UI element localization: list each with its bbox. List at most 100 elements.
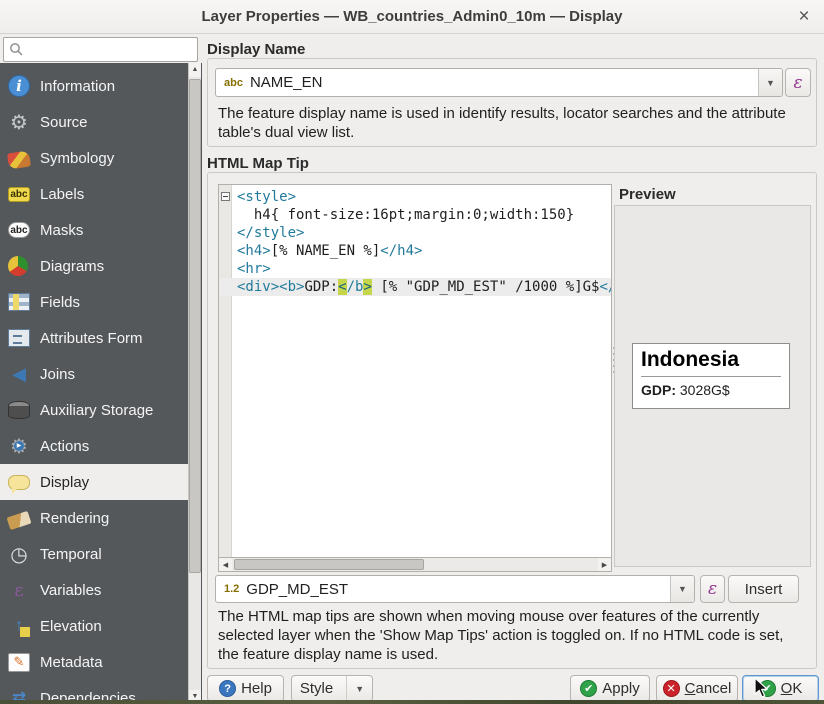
sidebar-item-label: Variables xyxy=(40,582,101,599)
sidebar-item-symbology[interactable]: Symbology xyxy=(0,140,188,176)
sidebar-item-attributes-form[interactable]: Attributes Form xyxy=(0,320,188,356)
temporal-icon: ◷ xyxy=(8,543,30,565)
apply-button-label: Apply xyxy=(602,680,640,697)
fold-marker-icon[interactable] xyxy=(221,192,230,201)
source-icon: ⚙ xyxy=(8,111,30,133)
sidebar-item-joins[interactable]: ◀ Joins xyxy=(0,356,188,392)
apply-button[interactable]: ✔ Apply xyxy=(570,675,650,702)
code-line: </style> xyxy=(233,224,611,242)
insert-button[interactable]: Insert xyxy=(728,575,799,603)
sidebar-item-label: Diagrams xyxy=(40,258,104,275)
preview-label: Preview xyxy=(619,186,676,203)
fields-icon xyxy=(8,293,30,311)
map-tip-code-editor[interactable]: <style> h4{ font-size:16pt;margin:0;widt… xyxy=(218,184,612,558)
labels-icon: abc xyxy=(8,187,30,202)
expression-button[interactable]: ε xyxy=(700,575,725,603)
display-name-group-title: Display Name xyxy=(207,41,305,58)
style-button-label: Style xyxy=(300,680,333,697)
map-tip-group-title: HTML Map Tip xyxy=(207,155,309,172)
scroll-up-icon[interactable]: ▲ xyxy=(189,63,201,77)
preview-panel: Indonesia GDP: 3028G$ xyxy=(614,205,811,567)
display-name-combo[interactable]: abc NAME_EN ▼ xyxy=(215,68,783,97)
sidebar-item-label: Rendering xyxy=(40,510,109,527)
sidebar-item-label: Temporal xyxy=(40,546,102,563)
chevron-down-icon[interactable]: ▼ xyxy=(670,576,694,602)
style-button[interactable]: Style ▼ xyxy=(291,675,373,702)
display-name-value: NAME_EN xyxy=(250,74,323,91)
display-icon xyxy=(8,475,30,490)
sidebar-item-fields[interactable]: Fields xyxy=(0,284,188,320)
diagrams-icon xyxy=(8,256,28,276)
sidebar-item-label: Fields xyxy=(40,294,80,311)
ok-button-label: OK xyxy=(781,680,803,697)
sidebar-item-elevation[interactable]: ↑ Elevation xyxy=(0,608,188,644)
preview-gdp-value: 3028G$ xyxy=(676,382,730,398)
cancel-button-label: Cancel xyxy=(685,680,732,697)
scrollbar-thumb[interactable] xyxy=(189,79,201,573)
dialog-title: Layer Properties — WB_countries_Admin0_1… xyxy=(202,8,623,25)
close-icon[interactable]: × xyxy=(794,7,814,27)
masks-icon: abc xyxy=(8,222,30,238)
sidebar-item-variables[interactable]: εVariables xyxy=(0,572,188,608)
attributes-form-icon xyxy=(8,329,30,347)
sidebar-item-label: Display xyxy=(40,474,89,491)
field-combo-value: GDP_MD_EST xyxy=(246,581,348,598)
chevron-down-icon[interactable]: ▼ xyxy=(758,69,782,96)
expression-button[interactable]: ε xyxy=(785,68,811,97)
cancel-x-icon: ✕ xyxy=(663,680,680,697)
sidebar-item-diagrams[interactable]: Diagrams xyxy=(0,248,188,284)
sidebar-item-rendering[interactable]: Rendering xyxy=(0,500,188,536)
mouse-cursor xyxy=(752,677,772,699)
code-lines: <style> h4{ font-size:16pt;margin:0;widt… xyxy=(233,188,611,296)
chevron-down-icon[interactable]: ▼ xyxy=(346,676,364,701)
sidebar-item-label: Attributes Form xyxy=(40,330,143,347)
sidebar-item-source[interactable]: ⚙Source xyxy=(0,104,188,140)
preview-country-name: Indonesia xyxy=(641,348,781,372)
map-tip-description: The HTML map tips are shown when moving … xyxy=(218,607,784,664)
sidebar-item-label: Elevation xyxy=(40,618,102,635)
text-field-type-icon: abc xyxy=(224,77,243,89)
sidebar-item-masks[interactable]: abcMasks xyxy=(0,212,188,248)
map-tip-preview-card: Indonesia GDP: 3028G$ xyxy=(632,343,790,409)
cancel-button[interactable]: ✕ Cancel xyxy=(656,675,738,702)
code-line: <div><b>GDP:</b> [% "GDP_MD_EST" /1000 %… xyxy=(219,278,611,296)
preview-gdp-label: GDP: xyxy=(641,382,676,398)
apply-check-icon: ✔ xyxy=(580,680,597,697)
sidebar-item-label: Joins xyxy=(40,366,75,383)
metadata-icon: ✎ xyxy=(8,653,30,672)
sidebar: iInformation⚙SourceSymbologyabcLabelsabc… xyxy=(0,63,202,704)
auxiliary-storage-icon xyxy=(8,401,30,419)
elevation-icon: ↑ xyxy=(8,615,30,637)
sidebar-item-label: Actions xyxy=(40,438,89,455)
editor-hscrollbar[interactable]: ◀ ▶ xyxy=(218,558,612,572)
sidebar-item-temporal[interactable]: ◷ Temporal xyxy=(0,536,188,572)
scroll-right-icon[interactable]: ▶ xyxy=(598,558,611,571)
code-line: <h4>[% NAME_EN %]</h4> xyxy=(233,242,611,260)
field-combo[interactable]: 1.2 GDP_MD_EST ▼ xyxy=(215,575,695,603)
help-button[interactable]: ? Help xyxy=(207,675,284,702)
hscrollbar-thumb[interactable] xyxy=(234,559,424,570)
sidebar-item-label: Labels xyxy=(40,186,84,203)
map-canvas-edge xyxy=(0,700,824,704)
preview-divider xyxy=(641,376,781,377)
sidebar-item-actions[interactable]: ⚙ Actions xyxy=(0,428,188,464)
sidebar-item-auxiliary-storage[interactable]: Auxiliary Storage xyxy=(0,392,188,428)
sidebar-scrollbar[interactable]: ▲ ▼ xyxy=(188,63,201,704)
help-button-label: Help xyxy=(241,680,272,697)
titlebar[interactable]: Layer Properties — WB_countries_Admin0_1… xyxy=(0,0,824,34)
sidebar-item-label: Symbology xyxy=(40,150,114,167)
scroll-left-icon[interactable]: ◀ xyxy=(219,558,232,571)
number-field-type-icon: 1.2 xyxy=(224,583,239,595)
joins-icon: ◀ xyxy=(8,363,30,385)
sidebar-item-label: Metadata xyxy=(40,654,103,671)
help-icon: ? xyxy=(219,680,236,697)
sidebar-item-display[interactable]: Display xyxy=(0,464,188,500)
sidebar-item-metadata[interactable]: ✎ Metadata xyxy=(0,644,188,680)
search-input[interactable] xyxy=(3,37,198,62)
sidebar-item-labels[interactable]: abc Labels xyxy=(0,176,188,212)
actions-icon: ⚙ xyxy=(8,435,30,457)
fold-margin xyxy=(219,185,232,557)
sidebar-item-information[interactable]: iInformation xyxy=(0,68,188,104)
code-line: <style> xyxy=(233,188,611,206)
code-line: h4{ font-size:16pt;margin:0;width:150} xyxy=(233,206,611,224)
